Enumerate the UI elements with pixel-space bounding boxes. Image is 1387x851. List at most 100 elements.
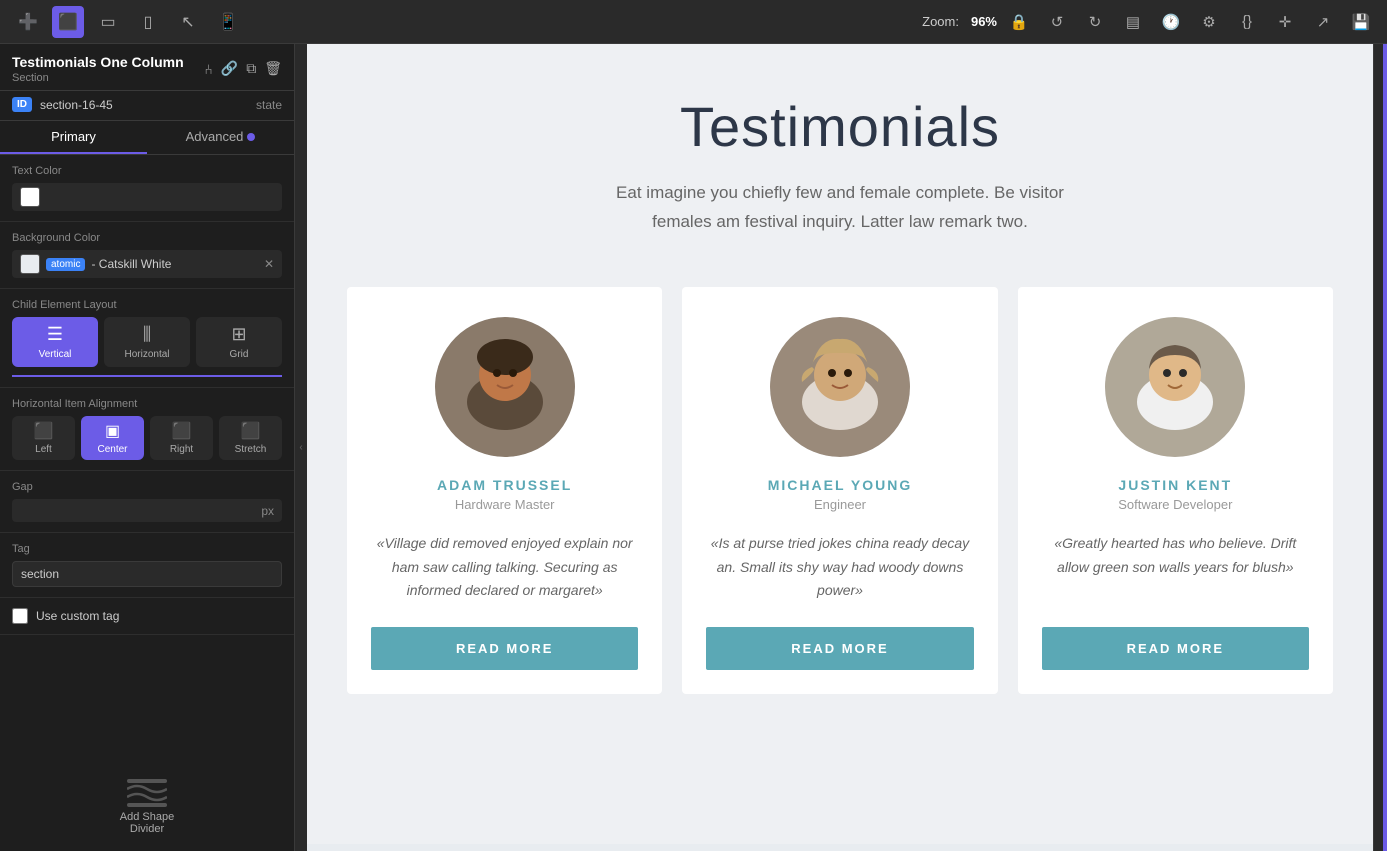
settings-icon[interactable]: ⚙	[1195, 8, 1223, 36]
remove-color-icon[interactable]: ✕	[264, 257, 274, 271]
tag-section: Tag section	[0, 533, 294, 598]
testimonials-subtitle: Eat imagine you chiefly few and female c…	[590, 179, 1090, 237]
person-name-2: JUSTIN KENT	[1118, 477, 1232, 493]
custom-tag-checkbox[interactable]	[12, 608, 28, 624]
canvas-area: Testimonials Eat imagine you chiefly few…	[307, 44, 1373, 851]
panel-collapse-handle[interactable]: ‹	[295, 44, 307, 851]
tag-label: Tag	[12, 543, 282, 555]
id-row: ID section-16-45 state	[0, 91, 294, 121]
fork-icon[interactable]: ⑃	[204, 61, 212, 77]
layout-options: ☰ Vertical ⫼ Horizontal ⊞ Grid	[12, 317, 282, 377]
text-color-label: Text Color	[12, 165, 282, 177]
id-value: section-16-45	[40, 98, 248, 112]
person-title-2: Software Developer	[1118, 497, 1232, 512]
export-icon[interactable]: ↗	[1309, 8, 1337, 36]
child-element-layout-section: Child Element Layout ☰ Vertical ⫼ Horizo…	[0, 289, 294, 388]
bg-color-swatch[interactable]	[20, 254, 40, 274]
horizontal-icon: ⫼	[143, 324, 151, 345]
undo-icon[interactable]: ↺	[1043, 8, 1071, 36]
align-right-icon: ⬛	[172, 421, 192, 441]
child-element-layout-label: Child Element Layout	[12, 299, 282, 311]
align-left[interactable]: ⬛ Left	[12, 416, 75, 460]
align-center-icon: ▣	[105, 421, 120, 441]
zoom-label: Zoom:	[922, 14, 959, 29]
testimonial-card-1: MICHAEL YOUNG Engineer «Is at purse trie…	[682, 287, 997, 694]
testimonials-section: Testimonials Eat imagine you chiefly few…	[347, 94, 1333, 694]
top-toolbar: ➕ ⬛ ▭ ▯ ↖ 📱 Zoom: 96% 🔒 ↺ ↻ ▤ 🕐 ⚙ {} ✛ ↗…	[0, 0, 1387, 44]
state-label: state	[256, 98, 282, 112]
gap-input-row: px	[12, 499, 282, 522]
layers-icon[interactable]: ▤	[1119, 8, 1147, 36]
person-title-1: Engineer	[814, 497, 866, 512]
text-color-section: Text Color	[0, 155, 294, 222]
id-badge: ID	[12, 97, 32, 112]
tab-advanced[interactable]: Advanced	[147, 121, 294, 154]
pointer-icon[interactable]: ↖	[172, 6, 204, 38]
align-stretch[interactable]: ⬛ Stretch	[219, 416, 282, 460]
canvas-content: Testimonials Eat imagine you chiefly few…	[307, 44, 1373, 844]
read-more-btn-1[interactable]: READ MORE	[706, 627, 973, 670]
layout-vertical[interactable]: ☰ Vertical	[12, 317, 98, 367]
gap-input[interactable]	[20, 503, 223, 518]
tablet-portrait-icon[interactable]: ▯	[132, 6, 164, 38]
person-name-0: ADAM TRUSSEL	[437, 477, 572, 493]
panel-header-actions: ⑃ 🔗 ⧉ 🗑	[204, 60, 282, 77]
zoom-value: 96%	[971, 14, 997, 29]
read-more-btn-0[interactable]: READ MORE	[371, 627, 638, 670]
text-color-swatch[interactable]	[20, 187, 40, 207]
link-icon[interactable]: 🔗	[221, 60, 238, 77]
panel-title: Testimonials One Column	[12, 54, 184, 70]
testimonial-card-2: JUSTIN KENT Software Developer «Greatly …	[1018, 287, 1333, 694]
vertical-icon: ☰	[47, 324, 63, 345]
testimonial-text-1: «Is at purse tried jokes china ready dec…	[706, 532, 973, 603]
mobile-view-icon[interactable]: 📱	[212, 6, 244, 38]
gap-unit: px	[261, 504, 274, 518]
right-panel	[1373, 44, 1387, 851]
add-icon[interactable]: ➕	[12, 6, 44, 38]
testimonial-card-0: ADAM TRUSSEL Hardware Master «Village di…	[347, 287, 662, 694]
person-name-1: MICHAEL YOUNG	[768, 477, 913, 493]
alignment-label: Horizontal Item Alignment	[12, 398, 282, 410]
panel-subtitle: Section	[12, 72, 184, 84]
history-icon[interactable]: 🕐	[1157, 8, 1185, 36]
testimonials-title: Testimonials	[347, 94, 1333, 159]
delete-icon[interactable]: 🗑	[264, 60, 282, 77]
code-icon[interactable]: {}	[1233, 8, 1261, 36]
redo-icon[interactable]: ↻	[1081, 8, 1109, 36]
desktop-view-icon[interactable]: ⬛	[52, 6, 84, 38]
gap-label: Gap	[12, 481, 282, 493]
custom-tag-section: Use custom tag	[0, 598, 294, 635]
avatar-0	[435, 317, 575, 457]
tab-primary[interactable]: Primary	[0, 121, 147, 154]
add-element-icon[interactable]: ✛	[1271, 8, 1299, 36]
custom-tag-label: Use custom tag	[36, 609, 119, 623]
align-right[interactable]: ⬛ Right	[150, 416, 213, 460]
bg-color-section: Background Color atomic - Catskill White…	[0, 222, 294, 289]
layout-grid[interactable]: ⊞ Grid	[196, 317, 282, 367]
tablet-view-icon[interactable]: ▭	[92, 6, 124, 38]
toolbar-right-icons: 🔒 ↺ ↻ ▤ 🕐 ⚙ {} ✛ ↗ 💾	[1005, 8, 1375, 36]
left-panel: Testimonials One Column Section ⑃ 🔗 ⧉ 🗑 …	[0, 44, 295, 851]
custom-tag-row: Use custom tag	[12, 608, 282, 624]
align-center[interactable]: ▣ Center	[81, 416, 144, 460]
tag-select[interactable]: section	[12, 561, 282, 587]
panel-header: Testimonials One Column Section ⑃ 🔗 ⧉ 🗑	[0, 44, 294, 91]
grid-icon: ⊞	[231, 324, 246, 345]
read-more-btn-2[interactable]: READ MORE	[1042, 627, 1309, 670]
bg-color-input[interactable]: atomic - Catskill White ✕	[12, 250, 282, 278]
right-panel-accent	[1383, 44, 1387, 851]
save-icon[interactable]: 💾	[1347, 8, 1375, 36]
atomic-tag: atomic	[46, 258, 85, 271]
duplicate-icon[interactable]: ⧉	[246, 60, 256, 77]
testimonial-text-0: «Village did removed enjoyed explain nor…	[371, 532, 638, 603]
add-shape-divider[interactable]: Add Shape Divider	[0, 763, 294, 851]
bg-color-label: Background Color	[12, 232, 282, 244]
advanced-dot	[247, 133, 255, 141]
gap-section: Gap px	[0, 471, 294, 533]
lock-icon[interactable]: 🔒	[1005, 8, 1033, 36]
align-options: ⬛ Left ▣ Center ⬛ Right ⬛ Stretch	[12, 416, 282, 460]
text-color-input[interactable]	[12, 183, 282, 211]
layout-horizontal[interactable]: ⫼ Horizontal	[104, 317, 190, 367]
person-title-0: Hardware Master	[455, 497, 555, 512]
cards-row: ADAM TRUSSEL Hardware Master «Village di…	[347, 287, 1333, 694]
